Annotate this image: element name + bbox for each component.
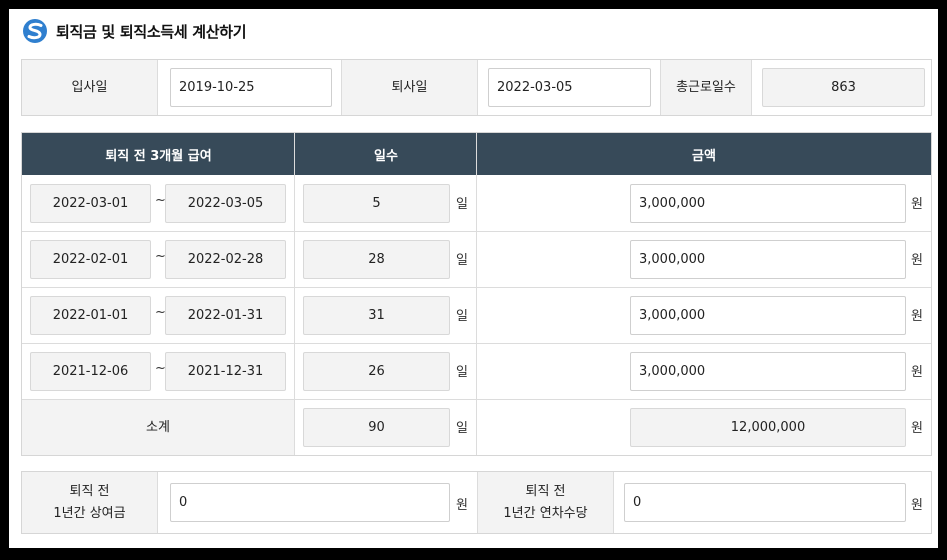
header-days: 일수 xyxy=(374,148,398,164)
won-unit: 원 xyxy=(911,309,923,324)
leave-pay-label: 퇴직 전 1년간 연차수당 xyxy=(477,472,614,533)
total-days-label: 총근로일수 xyxy=(660,60,752,115)
day-unit: 일 xyxy=(456,365,468,380)
row3-from-date[interactable]: 2022-01-01 xyxy=(30,296,151,335)
logo-icon xyxy=(23,19,47,43)
row2-to-date[interactable]: 2022-02-28 xyxy=(165,240,286,279)
header-amount: 금액 xyxy=(692,148,716,164)
row2-amount[interactable]: 3,000,000 xyxy=(630,240,906,279)
start-date-label: 입사일 xyxy=(22,60,158,115)
calculator-panel: 퇴직금 및 퇴직소득세 계산하기 입사일 2019-10-25 퇴사일 2022… xyxy=(9,9,938,548)
row-divider xyxy=(22,287,931,288)
won-unit: 원 xyxy=(911,365,923,380)
row4-from-date[interactable]: 2021-12-06 xyxy=(30,352,151,391)
start-date-input[interactable]: 2019-10-25 xyxy=(170,68,332,107)
won-unit: 원 xyxy=(456,498,468,513)
won-unit: 원 xyxy=(911,421,923,436)
won-unit: 원 xyxy=(911,498,923,513)
won-unit: 원 xyxy=(911,197,923,212)
day-unit: 일 xyxy=(456,197,468,212)
day-unit: 일 xyxy=(456,253,468,268)
leave-label-line2: 1년간 연차수당 xyxy=(503,505,588,521)
extras-box: 퇴직 전 1년간 상여금 0 원 퇴직 전 1년간 연차수당 0 원 xyxy=(21,471,932,534)
row1-to-date[interactable]: 2022-03-05 xyxy=(165,184,286,223)
bonus-label-line2: 1년간 상여금 xyxy=(53,505,126,521)
leave-label-line1: 퇴직 전 xyxy=(525,483,566,499)
title-row: 퇴직금 및 퇴직소득세 계산하기 xyxy=(22,15,247,47)
row3-amount[interactable]: 3,000,000 xyxy=(630,296,906,335)
leave-pay-input[interactable]: 0 xyxy=(624,483,906,522)
bonus-input[interactable]: 0 xyxy=(170,483,450,522)
bonus-label-line1: 퇴직 전 xyxy=(69,483,110,499)
row4-to-date[interactable]: 2021-12-31 xyxy=(165,352,286,391)
col-divider xyxy=(476,133,477,455)
page-title: 퇴직금 및 퇴직소득세 계산하기 xyxy=(56,22,247,41)
header-period: 퇴직 전 3개월 급여 xyxy=(105,148,212,164)
row1-days: 5 xyxy=(303,184,450,223)
row1-from-date[interactable]: 2022-03-01 xyxy=(30,184,151,223)
row4-amount[interactable]: 3,000,000 xyxy=(630,352,906,391)
employment-period-box: 입사일 2019-10-25 퇴사일 2022-03-05 총근로일수 863 xyxy=(21,59,932,116)
row4-days: 26 xyxy=(303,352,450,391)
row-divider xyxy=(22,343,931,344)
end-date-input[interactable]: 2022-03-05 xyxy=(488,68,651,107)
row2-from-date[interactable]: 2022-02-01 xyxy=(30,240,151,279)
subtotal-days: 90 xyxy=(303,408,450,447)
row1-amount[interactable]: 3,000,000 xyxy=(630,184,906,223)
day-unit: 일 xyxy=(456,421,468,436)
subtotal-amount: 12,000,000 xyxy=(630,408,906,447)
end-date-label: 퇴사일 xyxy=(341,60,478,115)
bonus-label: 퇴직 전 1년간 상여금 xyxy=(22,472,158,533)
day-unit: 일 xyxy=(456,309,468,324)
col-divider xyxy=(294,133,295,455)
row3-to-date[interactable]: 2022-01-31 xyxy=(165,296,286,335)
total-days-value: 863 xyxy=(762,68,925,107)
won-unit: 원 xyxy=(911,253,923,268)
row2-days: 28 xyxy=(303,240,450,279)
subtotal-label: 소계 xyxy=(22,400,294,455)
salary-table: 퇴직 전 3개월 급여 일수 금액 2022-03-01 ~ 2022-03-0… xyxy=(21,132,932,456)
row-divider xyxy=(22,231,931,232)
row3-days: 31 xyxy=(303,296,450,335)
